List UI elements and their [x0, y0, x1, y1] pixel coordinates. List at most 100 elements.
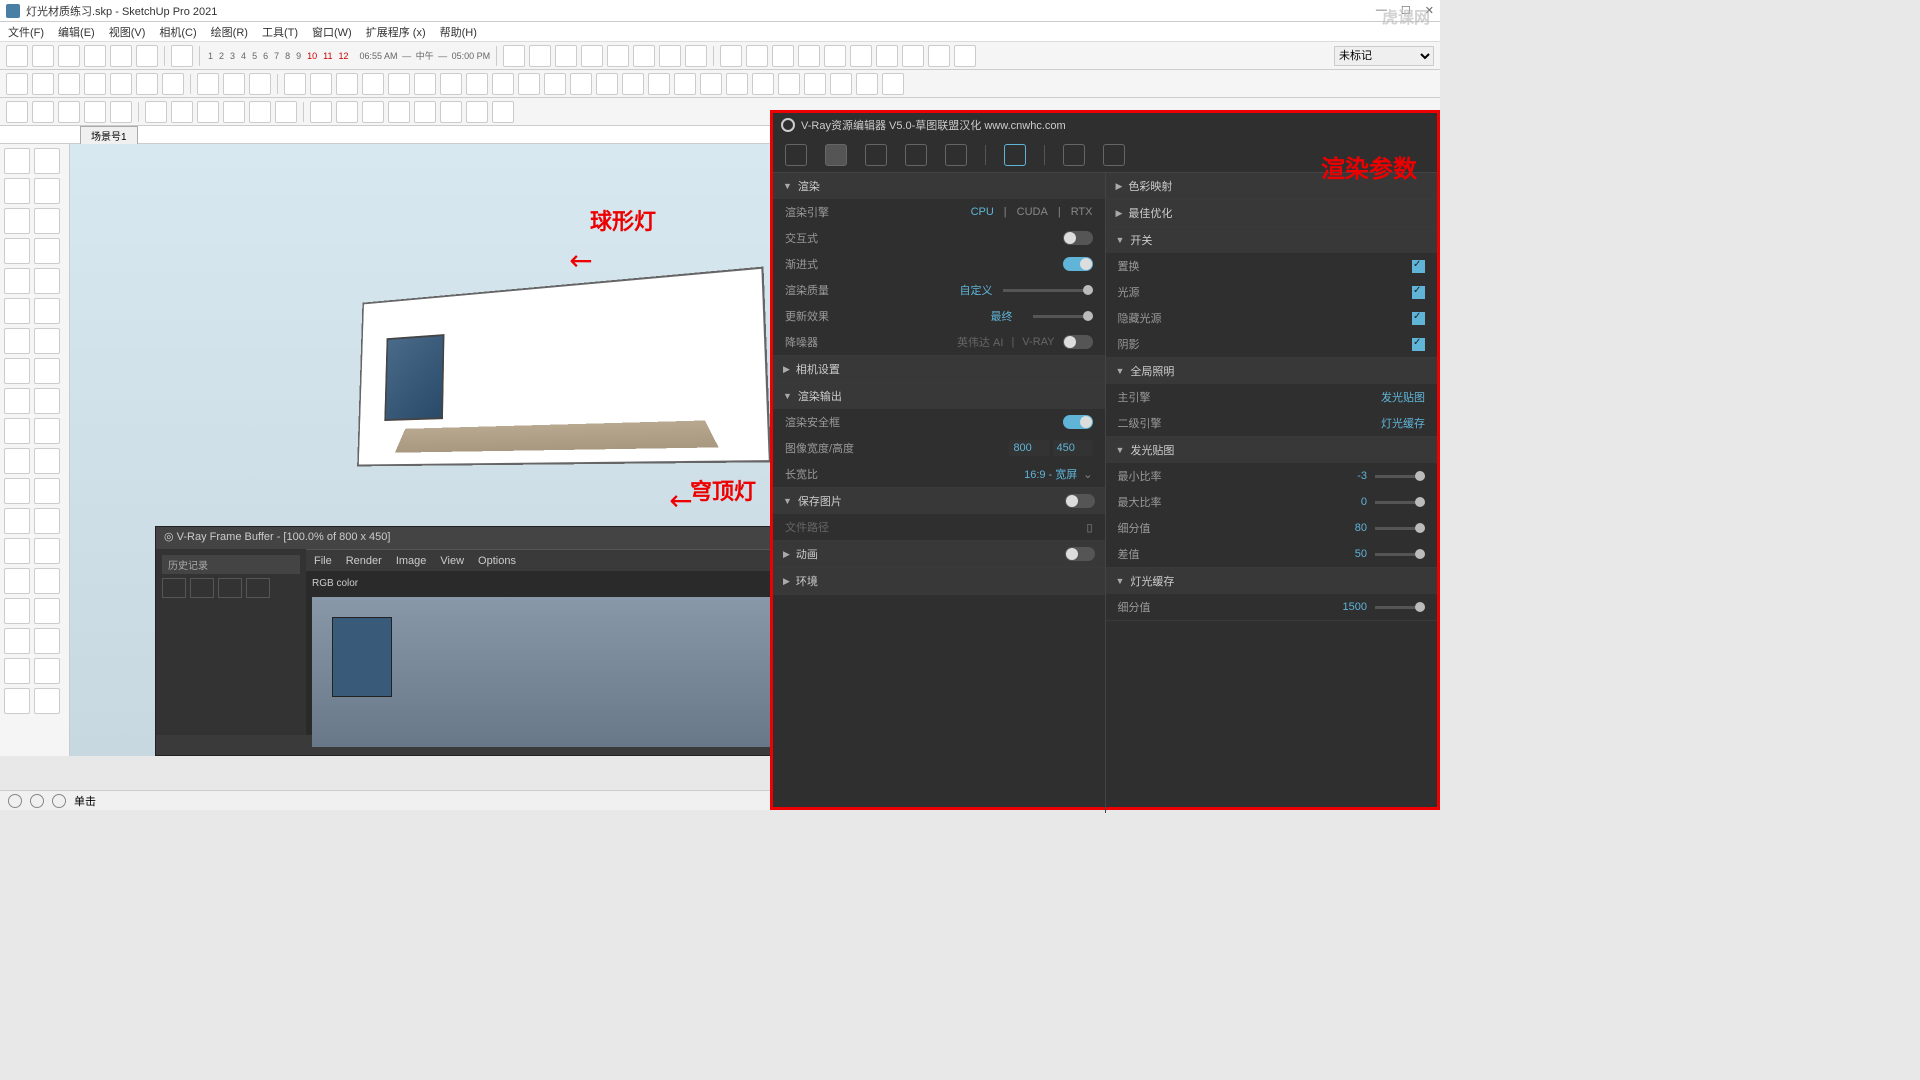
tool-icon[interactable] — [249, 101, 271, 123]
tool-icon[interactable] — [197, 73, 219, 95]
tool-icon[interactable] — [685, 45, 707, 67]
tool-icon[interactable] — [310, 101, 332, 123]
tool-icon[interactable] — [136, 73, 158, 95]
displacement-check[interactable] — [1412, 260, 1425, 273]
vfb-hist-btn[interactable] — [218, 578, 242, 598]
engine-rtx[interactable]: RTX — [1071, 206, 1093, 218]
tool-icon[interactable] — [4, 508, 30, 534]
vfb-menu-view[interactable]: View — [440, 555, 464, 567]
tool-icon[interactable] — [34, 598, 60, 624]
textures-tab-icon[interactable] — [945, 144, 967, 166]
tool-icon[interactable] — [503, 45, 525, 67]
tool-icon[interactable] — [4, 628, 30, 654]
tool-icon[interactable] — [34, 298, 60, 324]
tool-icon[interactable] — [622, 73, 644, 95]
menu-window[interactable]: 窗口(W) — [312, 24, 352, 40]
vfb-menu-image[interactable]: Image — [396, 555, 427, 567]
tool-icon[interactable] — [4, 448, 30, 474]
tool-icon[interactable] — [804, 73, 826, 95]
tool-icon[interactable] — [778, 73, 800, 95]
frame-buffer-tab-icon[interactable] — [1103, 144, 1125, 166]
rotate-tool-icon[interactable] — [4, 388, 30, 414]
tool-icon[interactable] — [34, 478, 60, 504]
tool-icon[interactable] — [34, 358, 60, 384]
line-tool-icon[interactable] — [4, 208, 30, 234]
quality-slider[interactable] — [1003, 289, 1093, 292]
tool-icon[interactable] — [362, 101, 384, 123]
tool-icon[interactable] — [284, 73, 306, 95]
tool-icon[interactable] — [110, 45, 132, 67]
tool-icon[interactable] — [529, 45, 551, 67]
tape-tool-icon[interactable] — [4, 478, 30, 504]
shadows-check[interactable] — [1412, 338, 1425, 351]
secondary-engine-select[interactable]: 灯光缓存 — [1381, 415, 1425, 431]
minrate-slider[interactable] — [1375, 475, 1425, 478]
tool-icon[interactable] — [440, 73, 462, 95]
tool-icon[interactable] — [34, 448, 60, 474]
tool-icon[interactable] — [223, 101, 245, 123]
tool-icon[interactable] — [544, 73, 566, 95]
shadow-time-track[interactable]: 12 34 56 78 9 10 11 12 06:55 AM — 中午 — 0… — [206, 49, 490, 62]
tool-icon[interactable] — [388, 101, 410, 123]
menu-draw[interactable]: 绘图(R) — [211, 24, 248, 40]
materials-tab-icon[interactable] — [785, 144, 807, 166]
tool-icon[interactable] — [824, 45, 846, 67]
tool-icon[interactable] — [388, 73, 410, 95]
engine-cpu[interactable]: CPU — [971, 206, 994, 218]
tool-icon[interactable] — [928, 45, 950, 67]
tool-icon[interactable] — [32, 101, 54, 123]
tool-icon[interactable] — [6, 73, 28, 95]
tag-dropdown[interactable]: 未标记 — [1334, 46, 1434, 66]
vfb-menu-render[interactable]: Render — [346, 555, 382, 567]
section-gi[interactable]: ▼全局照明 — [1106, 358, 1438, 384]
tool-icon[interactable] — [58, 101, 80, 123]
maxrate-slider[interactable] — [1375, 501, 1425, 504]
tool-icon[interactable] — [336, 73, 358, 95]
tool-icon[interactable] — [752, 73, 774, 95]
menu-help[interactable]: 帮助(H) — [440, 24, 477, 40]
tool-icon[interactable] — [648, 73, 670, 95]
section-camera[interactable]: ▶相机设置 — [773, 356, 1105, 382]
vfb-menu-file[interactable]: File — [314, 555, 332, 567]
menu-camera[interactable]: 相机(C) — [159, 24, 196, 40]
tool-icon[interactable] — [34, 568, 60, 594]
menu-file[interactable]: 文件(F) — [8, 24, 44, 40]
anim-toggle[interactable] — [1065, 547, 1095, 561]
tool-icon[interactable] — [555, 45, 577, 67]
tool-icon[interactable] — [414, 73, 436, 95]
tool-icon[interactable] — [34, 178, 60, 204]
tool-icon[interactable] — [34, 238, 60, 264]
tool-icon[interactable] — [6, 45, 28, 67]
section-environment[interactable]: ▶环境 — [773, 568, 1105, 594]
tool-icon[interactable] — [84, 45, 106, 67]
menu-view[interactable]: 视图(V) — [109, 24, 146, 40]
tool-icon[interactable] — [4, 688, 30, 714]
tool-icon[interactable] — [4, 538, 30, 564]
tool-icon[interactable] — [249, 73, 271, 95]
section-best-opt[interactable]: ▶最佳优化 — [1106, 200, 1438, 226]
section-save-image[interactable]: ▼保存图片 — [773, 488, 1105, 514]
diff-slider[interactable] — [1375, 553, 1425, 556]
tool-icon[interactable] — [171, 45, 193, 67]
zoom-tool-icon[interactable] — [4, 598, 30, 624]
tool-icon[interactable] — [34, 388, 60, 414]
saveimg-toggle[interactable] — [1065, 494, 1095, 508]
browse-icon[interactable]: ▯ — [1086, 521, 1092, 534]
vray-render-icon[interactable] — [6, 101, 28, 123]
tool-icon[interactable] — [32, 45, 54, 67]
tool-icon[interactable] — [136, 45, 158, 67]
settings-tab-icon[interactable] — [1004, 144, 1026, 166]
menu-tools[interactable]: 工具(T) — [262, 24, 298, 40]
geometry-tab-icon[interactable] — [865, 144, 887, 166]
orbit-tool-icon[interactable] — [4, 568, 30, 594]
tool-icon[interactable] — [32, 73, 54, 95]
width-input[interactable] — [1009, 440, 1049, 456]
tool-icon[interactable] — [84, 73, 106, 95]
tool-icon[interactable] — [466, 73, 488, 95]
circle-tool-icon[interactable] — [4, 268, 30, 294]
tool-icon[interactable] — [518, 73, 540, 95]
tool-icon[interactable] — [4, 658, 30, 684]
tool-icon[interactable] — [772, 45, 794, 67]
tool-icon[interactable] — [902, 45, 924, 67]
tool-icon[interactable] — [659, 45, 681, 67]
